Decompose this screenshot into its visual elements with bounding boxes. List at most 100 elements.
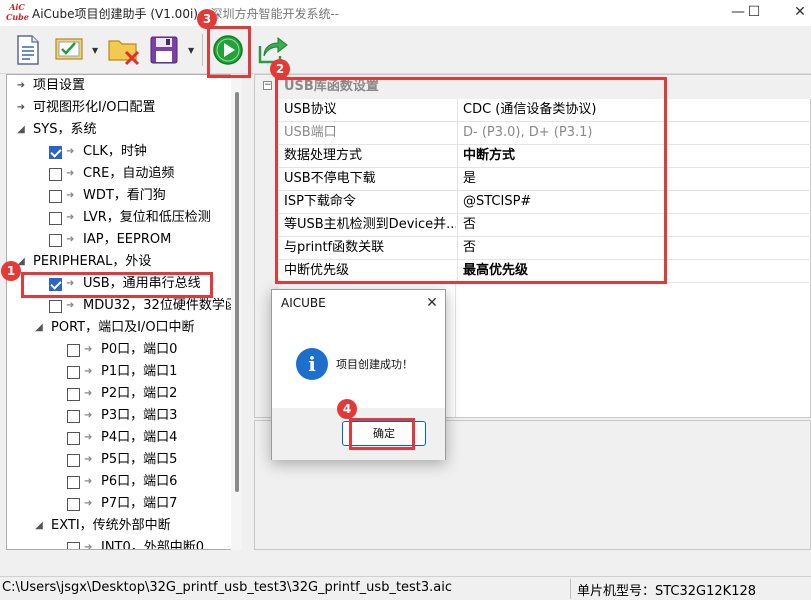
tree-item-checkbox[interactable] [67, 388, 80, 401]
property-row[interactable]: 数据处理方式 中断方式 [279, 145, 811, 168]
close-window-button[interactable]: ✕ [777, 0, 811, 26]
property-value[interactable]: 最高优先级 [463, 260, 528, 282]
property-value[interactable]: @STCISP# [463, 191, 531, 213]
property-column-divider [457, 168, 458, 191]
tree-item-checkbox[interactable] [49, 278, 62, 291]
property-name: USB端口 [284, 125, 337, 140]
logo-text-top: AiC [9, 2, 25, 12]
tree-item[interactable]: ➜ IAP，EEPROM [7, 229, 241, 251]
tree-item-checkbox[interactable] [49, 234, 62, 247]
tree-item-checkbox[interactable] [49, 146, 62, 159]
tree-expand-icon[interactable]: ◢ [15, 119, 27, 141]
tree-item[interactable]: ➜ P6口，端口6 [7, 471, 241, 493]
tree-expand-icon[interactable]: ◢ [33, 515, 45, 537]
save-dropdown-arrow-icon[interactable]: ▼ [188, 46, 194, 55]
delete-project-button[interactable] [106, 32, 142, 68]
tree-item[interactable]: ➜ 可视图形化I/O口配置 [7, 97, 241, 119]
new-project-button[interactable] [10, 32, 46, 68]
property-row[interactable]: USB协议 CDC (通信设备类协议) [279, 99, 811, 122]
property-row[interactable]: 等USB主机检测到Device并... 否 [279, 214, 811, 237]
tree-item[interactable]: ➜ P3口，端口3 [7, 405, 241, 427]
tree-item[interactable]: ➜ LVR，复位和低压检测 [7, 207, 241, 229]
info-icon: i [296, 348, 328, 380]
tree-item-checkbox[interactable] [49, 300, 62, 313]
tree-item-checkbox[interactable] [67, 542, 80, 549]
tree-item-checkbox[interactable] [67, 454, 80, 467]
property-name: 数据处理方式 [284, 148, 363, 163]
tree-item[interactable]: ➜ P5口，端口5 [7, 449, 241, 471]
tree-item-label: LVR，复位和低压检测 [83, 210, 211, 225]
dialog-close-icon[interactable]: ✕ [420, 292, 444, 314]
property-value[interactable]: 否 [463, 214, 476, 236]
tree-item[interactable]: ➜ MDU32，32位硬件数学函数 [7, 295, 241, 317]
tree-scrollbar-thumb[interactable] [235, 92, 239, 492]
tree-item[interactable]: ➜ CRE，自动追频 [7, 163, 241, 185]
step-badge-2: 2 [270, 59, 290, 79]
tree-item[interactable]: ◢ SYS，系统 [7, 119, 241, 141]
tree-leaf-arrow-icon[interactable]: ➜ [15, 97, 27, 119]
tree-item[interactable]: ➜ P0口，端口0 [7, 339, 241, 361]
property-value[interactable]: CDC (通信设备类协议) [463, 99, 596, 121]
property-row[interactable]: 与printf函数关联 否 [279, 237, 811, 260]
build-run-button[interactable] [210, 32, 246, 68]
maximize-button[interactable]: ☐ [731, 0, 777, 26]
status-separator [570, 579, 571, 599]
open-dropdown-arrow-icon[interactable]: ▼ [92, 46, 98, 55]
step-badge-1: 1 [1, 261, 21, 281]
tree-item-checkbox[interactable] [67, 432, 80, 445]
property-row[interactable]: 中断优先级 最高优先级 [279, 260, 811, 283]
property-row[interactable]: ISP下载命令 @STCISP# [279, 191, 811, 214]
tree-item-label: INT0，外部中断0 [101, 540, 205, 550]
property-row[interactable]: USB端口 D- (P3.0), D+ (P3.1) [279, 122, 811, 145]
property-category-usb[interactable]: USB库函数设置 [279, 75, 811, 99]
tree-item[interactable]: ◢ PORT，端口及I/O口中断 [7, 317, 241, 339]
panel-splitter[interactable] [246, 74, 252, 550]
tree-item-checkbox[interactable] [67, 366, 80, 379]
property-value[interactable]: D- (P3.0), D+ (P3.1) [463, 122, 592, 144]
property-value[interactable]: 中断方式 [463, 145, 515, 167]
tree-item[interactable]: ➜ 项目设置 [7, 75, 241, 97]
tree-item-checkbox[interactable] [67, 498, 80, 511]
tree-item[interactable]: ➜ USB，通用串行总线 [7, 273, 241, 295]
tree-item[interactable]: ➜ CLK，时钟 [7, 141, 241, 163]
tree-item[interactable]: ➜ INT0，外部中断0 [7, 537, 241, 550]
property-value[interactable]: 是 [463, 168, 476, 190]
tree-arrow-icon: ➜ [66, 190, 75, 201]
app-logo-icon: AiC Cube [6, 2, 29, 24]
tree-item-checkbox[interactable] [67, 344, 80, 357]
tree-arrow-icon: ➜ [84, 410, 93, 421]
window-title-main: AiCube项目创建助手 (V1.00i) -- [32, 7, 211, 21]
property-name: ISP下载命令 [284, 194, 356, 209]
tree-item[interactable]: ➜ WDT，看门狗 [7, 185, 241, 207]
open-config-button[interactable] [52, 32, 88, 68]
tree-item-label: P6口，端口6 [101, 474, 178, 489]
tree-item[interactable]: ◢ EXTI，传统外部中断 [7, 515, 241, 537]
tree-item[interactable]: ➜ P2口，端口2 [7, 383, 241, 405]
logo-text-bottom: Cube [6, 12, 29, 22]
save-project-button[interactable] [146, 32, 182, 68]
property-grid-divider [455, 283, 456, 417]
tree-leaf-arrow-icon[interactable]: ➜ [15, 75, 27, 97]
title-bar: AiC Cube AiCube项目创建助手 (V1.00i) --深圳方舟智能开… [0, 0, 811, 26]
tree-item-checkbox[interactable] [67, 410, 80, 423]
tree-item-checkbox[interactable] [49, 212, 62, 225]
tree-item[interactable]: ➜ P4口，端口4 [7, 427, 241, 449]
property-value[interactable]: 否 [463, 237, 476, 259]
tree-arrow-icon: ➜ [84, 366, 93, 377]
property-name: 中断优先级 [284, 263, 350, 278]
category-collapse-icon[interactable]: − [263, 81, 272, 90]
tree-item-label: PORT，端口及I/O口中断 [51, 320, 195, 335]
tree-item-checkbox[interactable] [49, 168, 62, 181]
tree-item-label: P1口，端口1 [101, 364, 178, 379]
tree-item-checkbox[interactable] [49, 190, 62, 203]
tree-arrow-icon: ➜ [66, 212, 75, 223]
ok-button[interactable]: 确定 [342, 421, 426, 446]
tree-item[interactable]: ➜ P1口，端口1 [7, 361, 241, 383]
tree-item[interactable]: ➜ P7口，端口7 [7, 493, 241, 515]
tree-expand-icon[interactable]: ◢ [33, 317, 45, 339]
tree-item[interactable]: ◢ PERIPHERAL，外设 [7, 251, 241, 273]
property-row[interactable]: USB不停电下载 是 [279, 168, 811, 191]
tree-item-label: P3口，端口3 [101, 408, 178, 423]
tree-item-checkbox[interactable] [67, 476, 80, 489]
toolbar: ▼ ▼ [0, 26, 811, 74]
